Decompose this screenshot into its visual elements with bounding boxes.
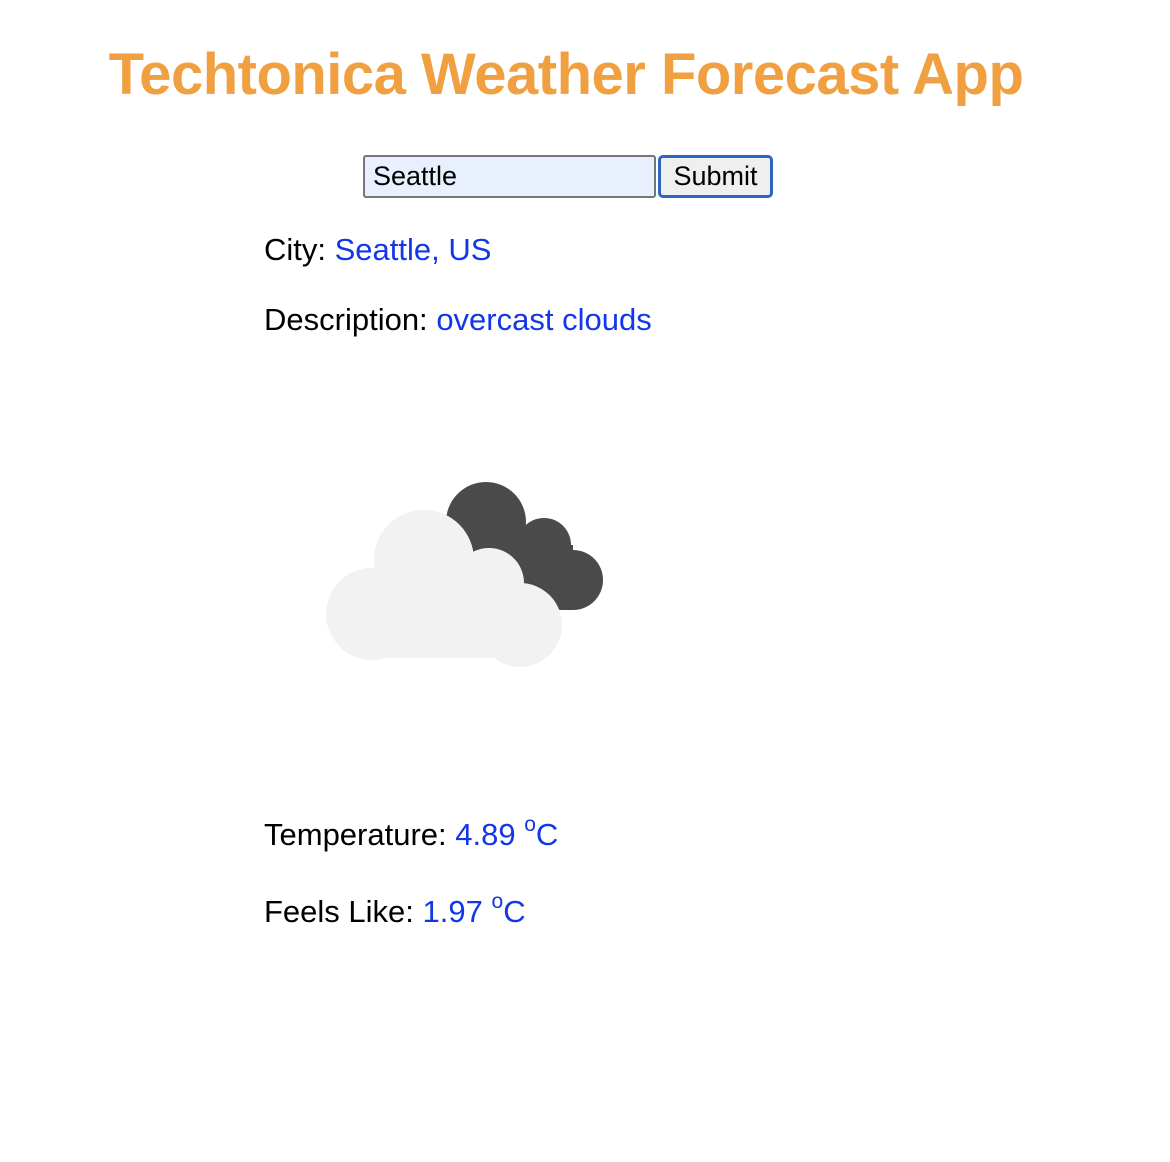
temperature-reading: 4.89 oC [455,814,559,852]
temperature-row: Temperature: 4.89 oC [264,814,559,853]
feels-like-value: 1.97 [422,894,483,929]
overcast-clouds-icon [326,482,603,667]
feels-like-reading: 1.97 oC [422,891,526,929]
temperature-unit: C [535,817,559,852]
description-label: Description: [264,302,428,337]
description-row: Description: overcast clouds [264,302,652,338]
city-input[interactable] [363,155,656,198]
feels-like-label: Feels Like: [264,894,414,929]
city-search-form: Submit [363,155,773,198]
submit-button[interactable]: Submit [658,155,773,198]
city-value: Seattle, US [334,232,492,267]
temperature-value: 4.89 [455,817,516,852]
feels-like-row: Feels Like: 1.97 oC [264,891,526,930]
feels-like-unit: C [503,894,526,929]
feels-like-degree: o [491,890,504,913]
city-label: City: [264,232,326,267]
temperature-degree: o [524,813,536,836]
app-title: Techtonica Weather Forecast App [108,42,1024,107]
temperature-label: Temperature: [264,817,447,852]
description-value: overcast clouds [436,302,652,337]
city-row: City: Seattle, US [264,232,491,268]
